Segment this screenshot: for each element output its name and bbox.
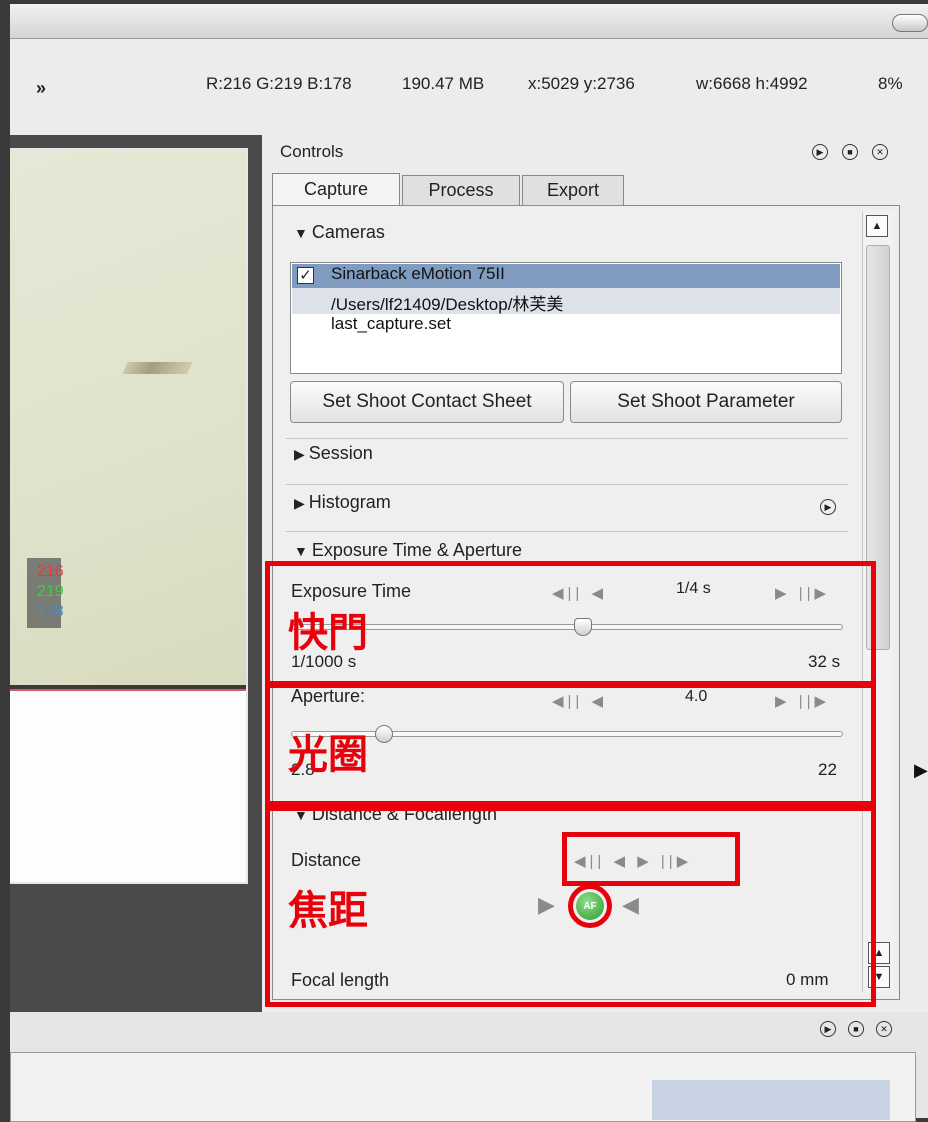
- camera-name: Sinarback eMotion 75II: [331, 264, 505, 283]
- section-label: Histogram: [308, 492, 391, 512]
- tab-process[interactable]: Process: [402, 175, 520, 205]
- expand-toolbar-icon[interactable]: »: [36, 78, 46, 99]
- divider: [286, 438, 848, 439]
- section-histogram[interactable]: ▶ Histogram: [294, 492, 391, 513]
- sample-r-value: 216: [37, 563, 64, 580]
- close-icon[interactable]: ✕: [872, 144, 888, 160]
- file-size-readout: 190.47 MB: [402, 74, 485, 93]
- tab-export[interactable]: Export: [522, 175, 624, 205]
- shutter-annotation: 快門: [288, 610, 368, 656]
- expanded-triangle-icon: ▼: [294, 543, 308, 559]
- play-icon[interactable]: ▶: [812, 144, 828, 160]
- bottom-stop-icon[interactable]: ■: [848, 1021, 864, 1037]
- window-titlebar: [10, 4, 928, 39]
- cursor-coords-readout: x:5029 y:2736: [528, 74, 635, 93]
- distance-stepper-highlight-box: [562, 832, 740, 886]
- aperture-annotation: 光圈: [288, 732, 368, 778]
- section-session[interactable]: ▶ Session: [294, 443, 373, 464]
- section-exposure[interactable]: ▼ Exposure Time & Aperture: [294, 540, 522, 561]
- histogram-play-icon[interactable]: ▶: [820, 499, 836, 515]
- divider: [286, 484, 848, 485]
- set-shoot-parameter-button[interactable]: Set Shoot Parameter: [570, 381, 842, 423]
- camera-path: /Users/lf21409/Desktop/林芙美: [331, 295, 564, 314]
- camera-checkbox[interactable]: ✓: [297, 267, 314, 284]
- bottom-close-icon[interactable]: ✕: [876, 1021, 892, 1037]
- selected-thumbnail[interactable]: [652, 1080, 890, 1120]
- collapsed-triangle-icon: ▶: [294, 446, 305, 462]
- autofocus-highlight-ring: [568, 884, 612, 928]
- focus-annotation: 焦距: [288, 888, 368, 934]
- tab-capture[interactable]: Capture: [272, 173, 400, 205]
- section-label: Session: [308, 443, 373, 463]
- image-dims-readout: w:6668 h:4992: [696, 74, 808, 93]
- sample-g-value: 219: [37, 583, 64, 600]
- scroll-up-icon[interactable]: ▲: [866, 215, 888, 237]
- bottom-play-icon[interactable]: ▶: [820, 1021, 836, 1037]
- expanded-triangle-icon: ▼: [294, 225, 308, 241]
- section-cameras[interactable]: ▼ Cameras: [294, 222, 385, 243]
- sample-b-value: 178: [37, 603, 64, 620]
- camera-settings-file: last_capture.set: [331, 314, 452, 333]
- section-label: Exposure Time & Aperture: [311, 540, 522, 560]
- sample-rgb-overlay: 216 219 178: [27, 558, 64, 628]
- preview-speck: [122, 362, 193, 374]
- toolbar-toggle-button[interactable]: [892, 14, 928, 32]
- divider: [286, 531, 848, 532]
- collapsed-triangle-icon: ▶: [294, 495, 305, 511]
- preview-lower-area: [10, 691, 246, 882]
- zoom-level: 8%: [878, 74, 903, 93]
- panel-collapse-arrow-icon[interactable]: ▶: [914, 760, 928, 781]
- stop-icon[interactable]: ■: [842, 144, 858, 160]
- pixel-rgb-readout: R:216 G:219 B:178: [206, 74, 352, 93]
- set-shoot-contact-sheet-button[interactable]: Set Shoot Contact Sheet: [290, 381, 564, 423]
- section-label: Cameras: [311, 222, 385, 242]
- controls-panel-title: Controls: [280, 142, 344, 161]
